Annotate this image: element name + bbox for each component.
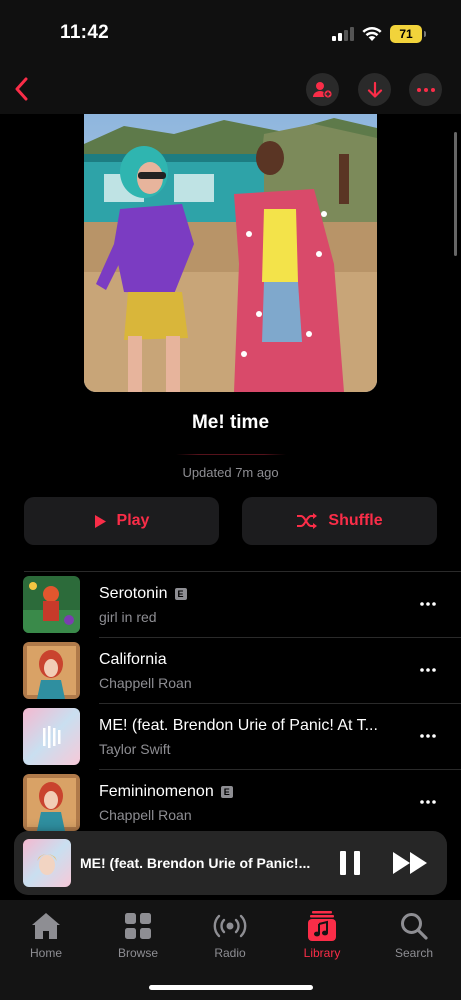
- track-more-button[interactable]: [414, 592, 442, 616]
- track-list: Serotonin E girl in red California Chapp…: [0, 572, 461, 836]
- track-row[interactable]: Femininomenon E Chappell Roan: [0, 770, 461, 836]
- ellipsis-icon: [416, 87, 435, 92]
- home-icon: [32, 913, 60, 939]
- tab-label: Search: [394, 946, 434, 960]
- track-artist: Chappell Roan: [99, 807, 192, 823]
- download-button[interactable]: [358, 73, 391, 106]
- ellipsis-icon: [420, 800, 436, 804]
- playlist-updated: Updated 7m ago: [182, 465, 279, 480]
- home-indicator[interactable]: [149, 985, 313, 990]
- track-more-button[interactable]: [414, 724, 442, 748]
- track-more-button[interactable]: [414, 790, 442, 814]
- signal-icon: [332, 27, 354, 41]
- track-row[interactable]: California Chappell Roan: [0, 638, 461, 704]
- play-icon: [94, 514, 106, 528]
- status-time: 11:42: [60, 22, 110, 43]
- track-artwork: [23, 642, 80, 699]
- track-title-text: ME! (feat. Brendon Urie of Panic! At T..…: [99, 717, 378, 734]
- tab-label: Radio: [214, 946, 246, 960]
- track-title: Serotonin E: [99, 585, 187, 603]
- explicit-badge: E: [174, 588, 187, 600]
- tab-home[interactable]: Home: [10, 910, 82, 960]
- track-artwork: [23, 708, 80, 765]
- person-add-icon: [312, 81, 333, 99]
- playlist-title: Me! time: [191, 412, 270, 433]
- track-title-text: California: [99, 651, 167, 668]
- mini-player[interactable]: ME! (feat. Brendon Urie of Panic!...: [14, 831, 447, 895]
- track-title: California: [99, 651, 167, 669]
- radio-icon: [213, 914, 247, 938]
- play-button[interactable]: Play: [24, 497, 219, 545]
- track-artwork: [23, 576, 80, 633]
- ellipsis-icon: [420, 734, 436, 738]
- track-artist: Chappell Roan: [99, 675, 192, 691]
- track-title: ME! (feat. Brendon Urie of Panic! At T..…: [99, 717, 378, 735]
- next-track-icon[interactable]: [392, 851, 428, 875]
- grid-icon: [125, 913, 151, 939]
- tab-search[interactable]: Search: [378, 910, 450, 960]
- ellipsis-icon: [420, 602, 436, 606]
- wifi-icon: [362, 27, 382, 41]
- playlist-artwork: [84, 114, 377, 392]
- tab-label: Home: [29, 946, 62, 960]
- tab-browse[interactable]: Browse: [102, 910, 174, 960]
- download-arrow-icon: [367, 81, 382, 98]
- track-title-text: Femininomenon: [99, 783, 214, 800]
- music-note-icon: [308, 911, 336, 941]
- mini-player-title: ME! (feat. Brendon Urie of Panic!...: [80, 855, 311, 871]
- add-collaborator-button[interactable]: [306, 73, 339, 106]
- track-title: Femininomenon E: [99, 783, 233, 801]
- pause-button[interactable]: [340, 851, 360, 875]
- track-row[interactable]: Serotonin E girl in red: [0, 572, 461, 638]
- chevron-left-icon: [15, 77, 28, 101]
- track-artist: Taylor Swift: [99, 741, 171, 757]
- tab-label: Library: [303, 946, 341, 960]
- nav-bar: [0, 64, 461, 114]
- track-artwork: [23, 774, 80, 831]
- mini-player-artwork: [23, 839, 71, 887]
- tab-label: Browse: [117, 946, 158, 960]
- track-artist: girl in red: [99, 609, 157, 625]
- play-label: Play: [116, 512, 150, 529]
- tab-radio[interactable]: Radio: [194, 910, 266, 960]
- more-options-button[interactable]: [409, 73, 442, 106]
- search-icon: [401, 913, 428, 940]
- status-bar: 11:42 71: [0, 0, 461, 64]
- playlist-curator-faded: [0, 445, 461, 455]
- shuffle-label: Shuffle: [328, 512, 383, 529]
- scrollbar[interactable]: [454, 132, 457, 256]
- back-button[interactable]: [6, 72, 36, 106]
- track-more-button[interactable]: [414, 658, 442, 682]
- tab-library[interactable]: Library: [286, 910, 358, 960]
- track-title-text: Serotonin: [99, 585, 168, 602]
- shuffle-icon: [297, 513, 318, 529]
- track-row[interactable]: ME! (feat. Brendon Urie of Panic! At T..…: [0, 704, 461, 770]
- shuffle-button[interactable]: Shuffle: [242, 497, 437, 545]
- explicit-badge: E: [220, 786, 233, 798]
- ellipsis-icon: [420, 668, 436, 672]
- battery-icon: 71: [390, 25, 426, 43]
